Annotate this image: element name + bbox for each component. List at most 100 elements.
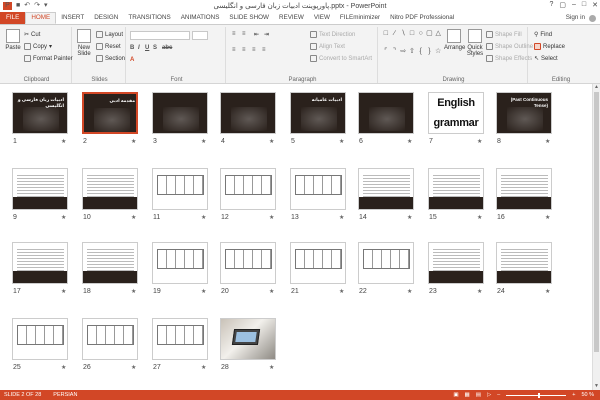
transition-star-icon[interactable]: ★ xyxy=(131,288,136,295)
transition-star-icon[interactable]: ★ xyxy=(407,138,412,145)
transition-star-icon[interactable]: ★ xyxy=(201,214,206,221)
transition-star-icon[interactable]: ★ xyxy=(201,138,206,145)
font-name-dropdown[interactable] xyxy=(130,31,190,40)
transition-star-icon[interactable]: ★ xyxy=(61,138,66,145)
slide-thumbnail[interactable]: (Past Continuous Tense) xyxy=(496,92,552,134)
tab-file[interactable]: FILE xyxy=(0,12,26,24)
sign-in-link[interactable]: Sign in xyxy=(566,12,585,24)
tab-review[interactable]: REVIEW xyxy=(274,12,309,24)
transition-star-icon[interactable]: ★ xyxy=(477,138,482,145)
italic-icon[interactable]: I xyxy=(138,45,140,51)
tab-design[interactable]: DESIGN xyxy=(89,12,123,24)
tab-slide-show[interactable]: SLIDE SHOW xyxy=(224,12,274,24)
new-slide-button[interactable]: New Slide xyxy=(74,29,94,57)
slide-thumbnail[interactable] xyxy=(428,242,484,284)
transition-star-icon[interactable]: ★ xyxy=(131,214,136,221)
section-button[interactable]: Section xyxy=(96,55,125,62)
brace-shape-icon[interactable]: { xyxy=(417,47,425,64)
increase-indent-icon[interactable]: ⇥ xyxy=(264,31,269,38)
zoom-in-icon[interactable]: + xyxy=(572,390,575,400)
slide-thumbnail[interactable] xyxy=(290,168,346,210)
arrow-shape-icon[interactable]: ⇧ xyxy=(408,47,416,64)
slide-thumbnail[interactable] xyxy=(82,318,138,360)
font-color-icon[interactable]: A xyxy=(130,57,134,63)
scroll-up-icon[interactable]: ▲ xyxy=(593,84,600,91)
language-indicator[interactable]: PERSIAN xyxy=(53,390,77,400)
transition-star-icon[interactable]: ★ xyxy=(131,364,136,371)
paste-button[interactable]: Paste xyxy=(4,29,22,51)
help-icon[interactable]: ? xyxy=(549,1,553,9)
copy-button[interactable]: Copy ▾ xyxy=(24,43,52,50)
slideshow-view-icon[interactable]: ▷ xyxy=(487,390,491,400)
align-text-button[interactable]: Align Text xyxy=(310,43,345,50)
slide-thumbnail[interactable] xyxy=(152,242,208,284)
cut-button[interactable]: ✂ Cut xyxy=(24,31,40,39)
slide-thumbnail[interactable] xyxy=(82,168,138,210)
transition-star-icon[interactable]: ★ xyxy=(407,288,412,295)
transition-star-icon[interactable]: ★ xyxy=(339,138,344,145)
rounded-rect-shape-icon[interactable]: ▢ xyxy=(426,29,434,46)
tab-fileminimizer[interactable]: FILEminimizer xyxy=(335,12,385,24)
slide-thumbnail[interactable] xyxy=(12,318,68,360)
transition-star-icon[interactable]: ★ xyxy=(201,364,206,371)
ribbon-display-icon[interactable]: ▢ xyxy=(559,1,566,9)
select-button[interactable]: ↖ Select xyxy=(534,55,558,63)
slide-thumbnail[interactable] xyxy=(358,242,414,284)
underline-icon[interactable]: U xyxy=(145,45,149,51)
tab-view[interactable]: VIEW xyxy=(309,12,335,24)
tab-insert[interactable]: INSERT xyxy=(56,12,89,24)
align-right-icon[interactable]: ≡ xyxy=(252,47,256,53)
transition-star-icon[interactable]: ★ xyxy=(269,364,274,371)
oval-shape-icon[interactable]: ○ xyxy=(417,29,425,46)
close-icon[interactable]: ✕ xyxy=(592,1,598,9)
transition-star-icon[interactable]: ★ xyxy=(545,138,550,145)
slide-thumbnail[interactable] xyxy=(496,242,552,284)
slide-thumbnail[interactable] xyxy=(220,168,276,210)
shape-fill-button[interactable]: Shape Fill xyxy=(486,31,522,38)
font-size-dropdown[interactable] xyxy=(192,31,208,40)
align-left-icon[interactable]: ≡ xyxy=(232,47,236,53)
transition-star-icon[interactable]: ★ xyxy=(61,364,66,371)
shapes-gallery[interactable]: □ ∕ ∖ □ ○ ▢ △ ⌜ ⌝ ⇨ ⇧ { } ☆ xyxy=(382,29,442,63)
transition-star-icon[interactable]: ★ xyxy=(339,288,344,295)
transition-star-icon[interactable]: ★ xyxy=(477,214,482,221)
slide-sorter[interactable]: ادبیات زبان فارسی و انگلیسی 1 ★ مقدمه ادبی 2… xyxy=(0,84,600,390)
vertical-scrollbar[interactable]: ▲ ▼ xyxy=(592,84,600,390)
scroll-down-icon[interactable]: ▼ xyxy=(593,383,600,390)
justify-icon[interactable]: ≡ xyxy=(262,47,266,53)
triangle-shape-icon[interactable]: △ xyxy=(434,29,442,46)
slide-thumbnail[interactable] xyxy=(82,242,138,284)
transition-star-icon[interactable]: ★ xyxy=(131,138,136,145)
tab-animations[interactable]: ANIMATIONS xyxy=(176,12,225,24)
tab-home[interactable]: HOME xyxy=(25,12,57,24)
connector-shape-icon[interactable]: ⌝ xyxy=(391,47,399,64)
replace-button[interactable]: Replace xyxy=(534,43,565,50)
numbering-icon[interactable]: ≡ xyxy=(242,31,246,37)
slide-thumbnail[interactable] xyxy=(220,318,276,360)
slide-thumbnail[interactable] xyxy=(428,168,484,210)
normal-view-icon[interactable]: ▣ xyxy=(453,390,458,400)
bold-icon[interactable]: B xyxy=(130,45,134,51)
transition-star-icon[interactable]: ★ xyxy=(545,214,550,221)
transition-star-icon[interactable]: ★ xyxy=(477,288,482,295)
avatar[interactable] xyxy=(589,14,596,22)
slide-thumbnail[interactable]: ادبیات زبان فارسی و انگلیسی xyxy=(12,92,68,134)
transition-star-icon[interactable]: ★ xyxy=(269,138,274,145)
slide-thumbnail[interactable] xyxy=(152,92,208,134)
convert-smartart-button[interactable]: Convert to SmartArt xyxy=(310,55,372,62)
transition-star-icon[interactable]: ★ xyxy=(545,288,550,295)
slide-thumbnail[interactable]: ادبیات عامیانه xyxy=(290,92,346,134)
shape-outline-button[interactable]: Shape Outline xyxy=(486,43,533,50)
rectangle-shape-icon[interactable]: □ xyxy=(408,29,416,46)
slide-thumbnail[interactable] xyxy=(220,242,276,284)
slide-thumbnail[interactable] xyxy=(496,168,552,210)
sign-in-area[interactable]: Sign in xyxy=(566,12,600,24)
scrollbar-thumb[interactable] xyxy=(594,92,599,352)
minimize-icon[interactable]: – xyxy=(572,1,576,9)
strikethrough-icon[interactable]: abc xyxy=(162,45,172,51)
transition-star-icon[interactable]: ★ xyxy=(269,288,274,295)
reading-view-icon[interactable]: ▤ xyxy=(476,390,481,400)
slide-thumbnail[interactable] xyxy=(152,318,208,360)
slide-thumbnail[interactable] xyxy=(220,92,276,134)
slide-thumbnail[interactable]: English grammar xyxy=(428,92,484,134)
